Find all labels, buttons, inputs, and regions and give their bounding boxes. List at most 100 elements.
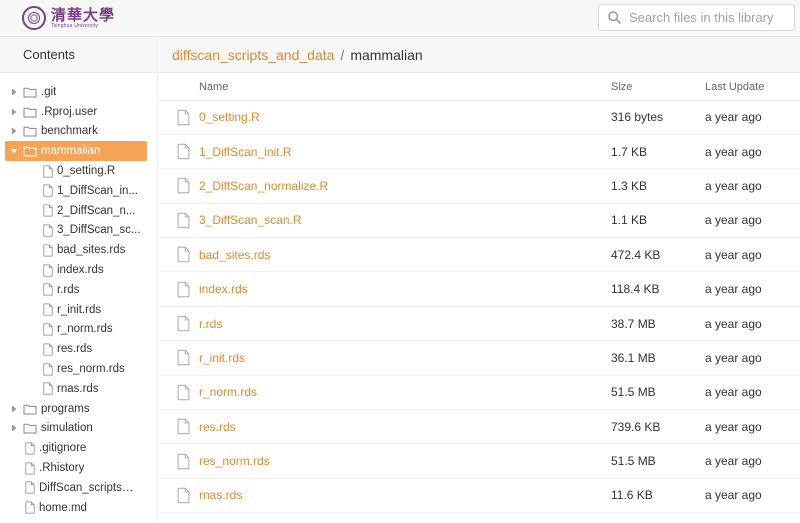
caret-right-icon[interactable] [9,87,19,97]
tree-folder-item[interactable]: programs [0,399,157,419]
table-row[interactable]: bad_sites.rds 472.4 KB a year ago [159,237,800,273]
caret-right-icon[interactable] [9,107,19,117]
file-name-cell: res_norm.rds [199,443,611,479]
file-icon [43,184,53,197]
file-name-link[interactable]: r.rds [199,317,222,331]
file-name-link[interactable]: 2_DiffScan_normalize.R [199,179,328,193]
file-icon [43,224,53,237]
file-name-link[interactable]: r_norm.rds [199,385,257,399]
tree-file-item[interactable]: 3_DiffScan_sc... [0,221,157,241]
table-row[interactable]: res_norm.rds 51.5 MB a year ago [159,443,800,479]
tree-item-label: res_norm.rds [57,363,125,376]
file-size-cell: 316 bytes [611,100,705,135]
logo-english-text: Tsinghua University [51,22,99,29]
file-name-cell: r_norm.rds [199,375,611,411]
file-size-cell: 1.1 KB [611,203,705,239]
tree-file-item[interactable]: home.md [0,498,157,518]
last-update-column-header[interactable]: Last Update [705,74,800,101]
file-name-link[interactable]: rnas.rds [199,488,242,502]
file-name-link[interactable]: bad_sites.rds [199,248,270,262]
file-name-link[interactable]: r_init.rds [199,351,245,365]
tree-file-item[interactable]: 0_setting.R [0,161,157,181]
file-size-cell: 11.6 KB [611,478,705,514]
file-icon [159,237,199,273]
file-name-link[interactable]: 1_DiffScan_init.R [199,145,292,159]
file-size-cell: 51.5 MB [611,375,705,411]
file-size-cell: 36.1 MB [611,340,705,376]
tree-file-item[interactable]: .Rhistory [0,458,157,478]
table-header-row: Name Size Last Update [159,74,800,101]
file-icon [43,283,53,296]
file-name-link[interactable]: res.rds [199,420,236,434]
folder-icon [23,86,37,98]
file-name-link[interactable]: res_norm.rds [199,454,270,468]
tree-file-item[interactable]: DiffScan_scripts_... [0,478,157,498]
file-icon [43,382,53,395]
table-row[interactable]: index.rds 118.4 KB a year ago [159,271,800,307]
caret-down-icon[interactable] [9,146,19,156]
table-row[interactable]: 3_DiffScan_scan.R 1.1 KB a year ago [159,203,800,239]
file-updated-cell: a year ago [705,237,800,273]
folder-icon [23,106,37,118]
tree-item-label: res.rds [57,343,93,356]
tree-file-item[interactable]: .gitignore [0,438,157,458]
tree-file-item[interactable]: bad_sites.rds [0,240,157,260]
table-row[interactable]: 2_DiffScan_normalize.R 1.3 KB a year ago [159,168,800,204]
file-name-link[interactable]: index.rds [199,282,248,296]
name-column-header[interactable]: Name [199,74,611,101]
table-row[interactable]: 1_DiffScan_init.R 1.7 KB a year ago [159,134,800,170]
table-row[interactable]: rnas.rds 11.6 KB a year ago [159,478,800,514]
file-icon [43,343,53,356]
table-row[interactable]: r_norm.rds 51.5 MB a year ago [159,375,800,411]
file-icon [43,165,53,178]
file-updated-cell: a year ago [705,306,800,342]
caret-right-icon[interactable] [9,126,19,136]
tree-file-item[interactable]: index.rds [0,260,157,280]
tree-folder-item[interactable]: simulation [0,419,157,439]
file-icon [25,501,35,514]
tree-file-item[interactable]: res.rds [0,339,157,359]
tree-folder-item[interactable]: .git [0,82,157,102]
table-row[interactable]: r_init.rds 36.1 MB a year ago [159,340,800,376]
tree-item-label: index.rds [57,264,104,277]
file-name-cell: 3_DiffScan_scan.R [199,203,611,239]
file-updated-cell: a year ago [705,100,800,135]
caret-right-icon[interactable] [9,423,19,433]
file-updated-cell: a year ago [705,375,800,411]
size-column-header[interactable]: Size [611,74,705,101]
file-icon [43,363,53,376]
search-icon[interactable] [599,5,625,30]
tree-folder-item[interactable]: .Rproj.user [0,102,157,122]
caret-right-icon[interactable] [9,404,19,414]
tree-item-label: benchmark [41,125,98,138]
tree-file-item[interactable]: res_norm.rds [0,359,157,379]
table-row[interactable]: 0_setting.R 316 bytes a year ago [159,100,800,135]
table-row[interactable]: r.rds 38.7 MB a year ago [159,306,800,342]
tree-file-item[interactable]: r_norm.rds [0,320,157,340]
tree-item-label: .git [41,85,57,98]
search-input[interactable] [625,6,790,29]
file-updated-cell: a year ago [705,340,800,376]
table-row[interactable]: res.rds 739.6 KB a year ago [159,409,800,445]
tree-file-item[interactable]: 1_DiffScan_in... [0,181,157,201]
tree-folder-item[interactable]: benchmark [0,122,157,142]
file-name-link[interactable]: 0_setting.R [199,110,260,124]
icon-column-header [159,74,199,101]
file-name-cell: 2_DiffScan_normalize.R [199,168,611,204]
search-box[interactable] [598,4,795,31]
directory-tree: .git .Rproj.user benchmark mammalian 0_setti… [0,73,157,518]
folder-icon [23,422,37,434]
file-icon [159,203,199,239]
file-icon [25,462,35,475]
tree-file-item[interactable]: 2_DiffScan_n... [0,201,157,221]
tree-folder-item[interactable]: mammalian [5,141,147,162]
file-icon [159,375,199,411]
breadcrumb-parent-link[interactable]: diffscan_scripts_and_data [172,47,334,63]
tree-file-item[interactable]: rnas.rds [0,379,157,399]
sidebar-title: Contents [0,37,157,73]
tree-file-item[interactable]: r_init.rds [0,300,157,320]
file-name-link[interactable]: 3_DiffScan_scan.R [199,213,302,227]
tree-file-item[interactable]: r.rds [0,280,157,300]
university-logo[interactable]: 清華大學 Tsinghua University [22,5,115,31]
file-name-cell: 1_DiffScan_init.R [199,134,611,170]
